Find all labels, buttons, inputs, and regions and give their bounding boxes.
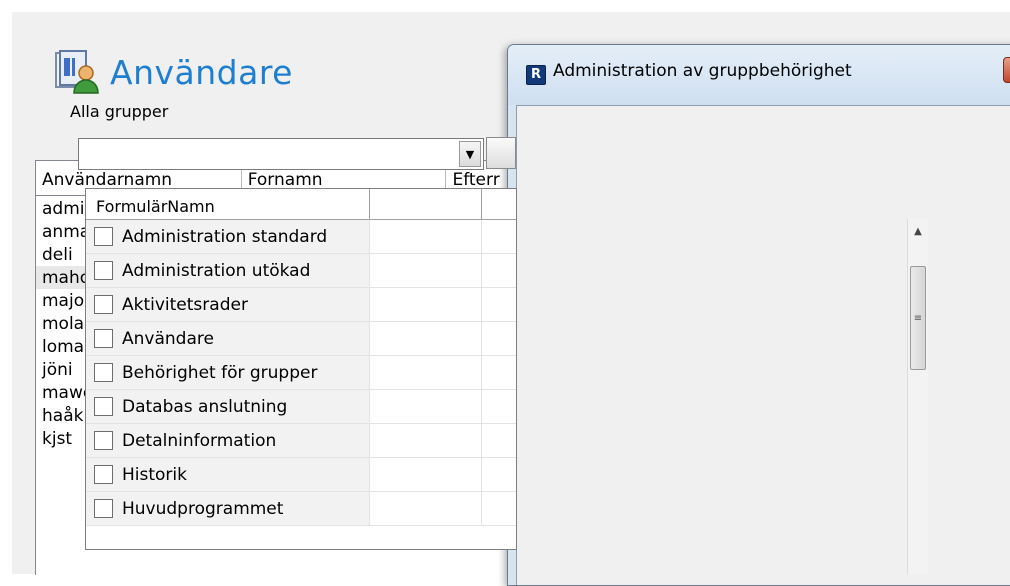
dialog-client-area bbox=[516, 105, 1010, 585]
column-header-form-name[interactable]: FormulärNamn bbox=[86, 189, 370, 219]
grid-row[interactable]: Historik bbox=[86, 458, 516, 492]
grid-row[interactable]: Användare bbox=[86, 322, 516, 356]
grid-cell-blank[interactable] bbox=[370, 322, 482, 355]
grid-cell-form-name: Huvudprogrammet bbox=[86, 492, 370, 525]
grid-row[interactable]: Databas anslutning bbox=[86, 390, 516, 424]
grid-row[interactable]: Huvudprogrammet bbox=[86, 492, 516, 526]
form-permission-checkbox[interactable] bbox=[94, 227, 113, 246]
grid-cell-blank[interactable] bbox=[370, 254, 482, 287]
grid-cell-form-name: Detalninformation bbox=[86, 424, 370, 457]
group-permission-dialog: R Administration av gruppbehörighet bbox=[507, 44, 1010, 586]
form-name-label: Administration utökad bbox=[122, 260, 311, 281]
form-permission-checkbox[interactable] bbox=[94, 329, 113, 348]
grid-cell-blank[interactable] bbox=[370, 390, 482, 423]
grid-cell-blank[interactable] bbox=[370, 220, 482, 253]
scroll-thumb[interactable]: ≡ bbox=[910, 266, 926, 370]
grid-row[interactable]: Aktivitetsrader bbox=[86, 288, 516, 322]
grid-cell-form-name: Historik bbox=[86, 458, 370, 491]
dialog-title: Administration av gruppbehörighet bbox=[553, 61, 852, 81]
form-permissions-grid[interactable]: FormulärNamn Administration standard Admi… bbox=[85, 188, 517, 550]
form-name-label: Administration standard bbox=[122, 226, 328, 247]
grid-cell-blank[interactable] bbox=[370, 288, 482, 321]
grid-row[interactable]: Administration standard bbox=[86, 220, 516, 254]
grid-body: Administration standard Administration ut… bbox=[86, 220, 516, 526]
grid-scrollbar[interactable]: ▲ ≡ bbox=[907, 219, 928, 574]
grid-cell-form-name: Aktivitetsrader bbox=[86, 288, 370, 321]
grid-row[interactable]: Administration utökad bbox=[86, 254, 516, 288]
column-header-blank[interactable] bbox=[370, 189, 482, 219]
grid-cell-form-name: Administration utökad bbox=[86, 254, 370, 287]
form-name-label: Historik bbox=[122, 464, 187, 485]
form-permission-checkbox[interactable] bbox=[94, 499, 113, 518]
grid-cell-blank[interactable] bbox=[370, 424, 482, 457]
group-edit-button[interactable] bbox=[486, 137, 516, 169]
grid-row[interactable]: Behörighet för grupper bbox=[86, 356, 516, 390]
app-icon: R bbox=[526, 65, 546, 85]
scroll-up-arrow-icon[interactable]: ▲ bbox=[908, 219, 928, 243]
form-name-label: Aktivitetsrader bbox=[122, 294, 248, 315]
form-permission-checkbox[interactable] bbox=[94, 465, 113, 484]
grid-cell-form-name: Administration standard bbox=[86, 220, 370, 253]
form-permission-checkbox[interactable] bbox=[94, 397, 113, 416]
grid-cell-form-name: Databas anslutning bbox=[86, 390, 370, 423]
users-window-icon bbox=[55, 50, 99, 94]
grid-cell-form-name: Användare bbox=[86, 322, 370, 355]
form-name-label: Detalninformation bbox=[122, 430, 277, 451]
groups-label: Alla grupper bbox=[70, 102, 169, 121]
form-name-label: Huvudprogrammet bbox=[122, 498, 284, 519]
form-permission-checkbox[interactable] bbox=[94, 431, 113, 450]
dialog-titlebar[interactable]: R Administration av gruppbehörighet bbox=[508, 45, 1010, 105]
form-permission-checkbox[interactable] bbox=[94, 295, 113, 314]
grid-cell-blank[interactable] bbox=[370, 492, 482, 525]
form-name-label: Behörighet för grupper bbox=[122, 362, 318, 383]
grid-row[interactable]: Detalninformation bbox=[86, 424, 516, 458]
groups-combobox[interactable]: ▼ bbox=[78, 138, 484, 170]
chevron-down-icon[interactable]: ▼ bbox=[459, 141, 481, 167]
form-permission-checkbox[interactable] bbox=[94, 363, 113, 382]
grid-cell-blank[interactable] bbox=[370, 458, 482, 491]
form-name-label: Användare bbox=[122, 328, 214, 349]
grid-cell-blank[interactable] bbox=[370, 356, 482, 389]
close-button[interactable] bbox=[1003, 57, 1010, 83]
form-name-label: Databas anslutning bbox=[122, 396, 288, 417]
page-title: Användare bbox=[52, 46, 293, 98]
page-title-text: Användare bbox=[110, 52, 293, 92]
grid-cell-form-name: Behörighet för grupper bbox=[86, 356, 370, 389]
form-permission-checkbox[interactable] bbox=[94, 261, 113, 280]
grid-header: FormulärNamn bbox=[86, 189, 516, 220]
